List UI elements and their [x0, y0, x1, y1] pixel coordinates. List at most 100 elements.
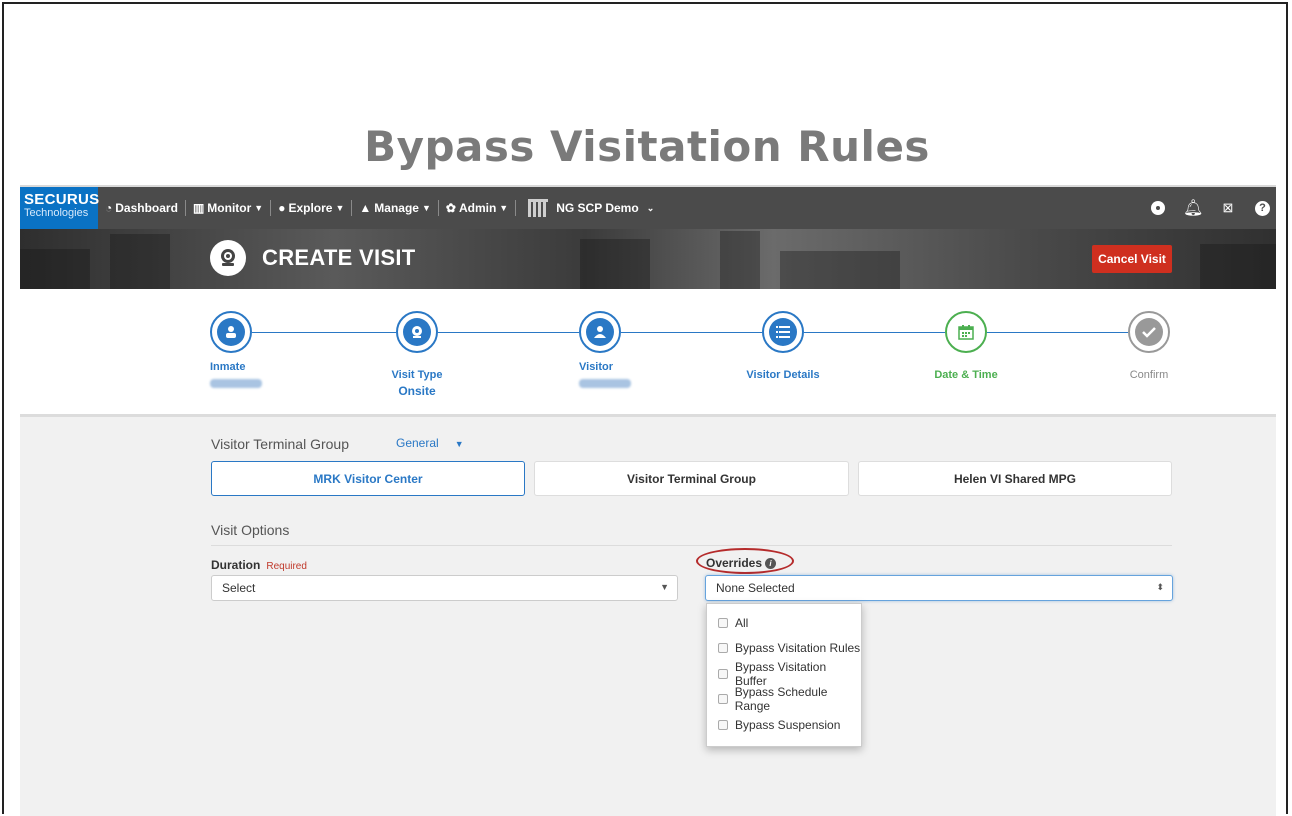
checkbox[interactable]: [718, 694, 728, 705]
step-label: Visit Type: [391, 369, 443, 381]
step-circle: [1128, 311, 1170, 353]
terminal-group-value: General: [396, 436, 439, 450]
override-option-all[interactable]: All: [707, 610, 861, 636]
banner-skyline: [110, 234, 170, 289]
list-icon: [769, 318, 797, 346]
step-label: Confirm: [1129, 369, 1169, 381]
duration-label: Duration Required: [211, 558, 307, 572]
terminal-option-helen[interactable]: Helen VI Shared MPG: [858, 461, 1172, 496]
step-label: Inmate: [210, 361, 246, 373]
step-visit-type[interactable]: [396, 311, 438, 353]
app-window: SECURUS Technologies ◔ Dashboard ▥ Monit…: [20, 185, 1276, 816]
step-label: Visitor Details: [746, 369, 820, 381]
terminal-group-heading: Visitor Terminal Group: [211, 436, 349, 452]
step-date-time-text: Date & Time: [918, 361, 1014, 381]
nav-right-icons: 🔔︎ ⊠ ?: [1151, 198, 1276, 218]
brand-logo[interactable]: SECURUS Technologies: [20, 187, 100, 229]
step-visitor[interactable]: Visitor: [579, 311, 719, 393]
bell-icon[interactable]: 🔔︎: [1183, 198, 1203, 218]
overrides-select[interactable]: None Selected ⬍: [705, 575, 1173, 601]
nav-monitor-label: Monitor: [207, 201, 252, 215]
required-indicator: Required: [266, 561, 307, 572]
step-visitor-details[interactable]: [762, 311, 902, 353]
nav-dashboard[interactable]: ◔ Dashboard: [98, 187, 185, 229]
step-value: Onsite: [398, 384, 436, 398]
terminal-option-mrk[interactable]: MRK Visitor Center: [211, 461, 525, 496]
nav-manage-label: Manage: [374, 201, 419, 215]
top-navbar: SECURUS Technologies ◔ Dashboard ▥ Monit…: [20, 185, 1276, 229]
visit-options-heading: Visit Options: [211, 522, 290, 538]
video-icon[interactable]: ⊠: [1219, 200, 1237, 216]
duration-label-text: Duration: [211, 558, 261, 572]
check-icon: [1135, 318, 1163, 346]
checkbox[interactable]: [718, 617, 728, 628]
help-icon[interactable]: ?: [1255, 200, 1270, 216]
nav-monitor[interactable]: ▥ Monitor ▼: [186, 187, 270, 229]
visit-stepper: Inmate Visit Type Onsite Visitor Visitor…: [20, 289, 1276, 417]
cancel-visit-button[interactable]: Cancel Visit: [1092, 245, 1172, 273]
webcam-icon: [210, 240, 246, 276]
step-confirm[interactable]: [1128, 311, 1268, 353]
step-confirm-text: Confirm: [1101, 361, 1197, 381]
override-option-bypass-schedule[interactable]: Bypass Schedule Range: [707, 685, 861, 713]
step-circle: [579, 311, 621, 353]
step-date-time[interactable]: [945, 311, 1085, 353]
redacted-name: [210, 379, 262, 388]
building-icon: [528, 199, 549, 217]
nav-dashboard-label: Dashboard: [115, 201, 178, 215]
nav-explore-label: Explore: [288, 201, 333, 215]
redacted-name: [579, 379, 631, 388]
banner-skyline: [720, 231, 760, 289]
terminal-option-vtg[interactable]: Visitor Terminal Group: [534, 461, 849, 496]
brand-sub: Technologies: [24, 207, 89, 219]
globe-icon: ●: [278, 201, 286, 215]
facility-selector[interactable]: NG SCP Demo ⌄: [516, 187, 661, 229]
webcam-icon: [403, 318, 431, 346]
step-label: Date & Time: [934, 369, 998, 381]
duration-select[interactable]: Select ▼: [211, 575, 678, 601]
chart-icon: ▥: [192, 201, 205, 215]
visitor-icon: [586, 318, 614, 346]
caret-down-icon: ▼: [660, 582, 669, 592]
checkbox[interactable]: [718, 719, 728, 730]
banner-skyline: [1200, 244, 1276, 289]
divider: [211, 545, 1172, 546]
step-inmate[interactable]: Inmate: [210, 311, 350, 393]
inmate-icon: [217, 318, 245, 346]
override-option-bypass-rules[interactable]: Bypass Visitation Rules: [707, 636, 861, 662]
option-label: All: [735, 615, 749, 630]
option-label: Bypass Visitation Rules: [735, 641, 861, 656]
caret-down-icon: ▼: [335, 203, 345, 213]
status-icon[interactable]: [1151, 201, 1165, 215]
option-label: Bypass Suspension: [735, 717, 841, 732]
nav-manage[interactable]: ▲ Manage ▼: [352, 187, 438, 229]
banner-skyline: [780, 251, 900, 289]
terminal-group-select[interactable]: General ▼: [396, 436, 464, 450]
checkbox[interactable]: [718, 668, 728, 679]
step-circle: [396, 311, 438, 353]
banner-skyline: [580, 239, 650, 289]
dashboard-icon: ◔: [105, 201, 113, 215]
user-icon: ▲: [359, 201, 372, 215]
sort-arrows-icon: ⬍: [1156, 582, 1164, 592]
step-circle: [210, 311, 252, 353]
step-label: Visitor: [579, 361, 614, 373]
chevron-down-icon: ⌄: [646, 202, 655, 213]
option-label: Bypass Visitation Buffer: [734, 659, 827, 688]
caret-down-icon: ▼: [499, 203, 509, 213]
step-circle: [945, 311, 987, 353]
step-circle: [762, 311, 804, 353]
checkbox[interactable]: [718, 643, 728, 654]
override-option-bypass-buffer[interactable]: Bypass Visitation Buffer: [707, 659, 861, 688]
duration-value: Select: [222, 581, 256, 595]
brand-name: SECURUS: [24, 191, 100, 208]
slide-title: Bypass Visitation Rules: [364, 122, 930, 171]
page-header-banner: CREATE VISIT Cancel Visit: [20, 229, 1276, 289]
page-title: CREATE VISIT: [262, 245, 416, 270]
facility-name: NG SCP Demo: [556, 201, 639, 215]
override-option-bypass-suspension[interactable]: Bypass Suspension: [707, 712, 861, 738]
nav-admin[interactable]: ✿ Admin ▼: [439, 187, 515, 229]
gear-icon: ✿: [445, 201, 456, 215]
overrides-value: None Selected: [716, 581, 795, 595]
nav-explore[interactable]: ● Explore ▼: [271, 187, 351, 229]
